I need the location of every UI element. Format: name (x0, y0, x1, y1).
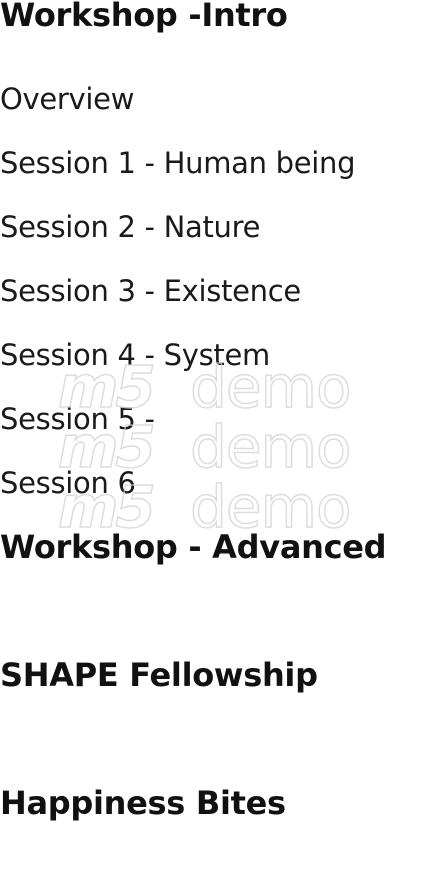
demo-watermark: m5 demo m5 demo m5 demo (57, 357, 388, 538)
menu-item-session-2[interactable]: Session 2 - Nature (0, 210, 260, 244)
menu-item-session-6[interactable]: Session 6 (0, 466, 136, 500)
section-title-workshop-advanced[interactable]: Workshop - Advanced (0, 529, 387, 565)
section-title-shape-fellowship[interactable]: SHAPE Fellowship (0, 657, 318, 693)
menu-item-overview[interactable]: Overview (0, 82, 134, 116)
menu-item-session-1[interactable]: Session 1 - Human being (0, 146, 356, 180)
menu-item-session-3[interactable]: Session 3 - Existence (0, 274, 301, 308)
section-title-happiness-bites[interactable]: Happiness Bites (0, 785, 286, 821)
menu-item-session-4[interactable]: Session 4 - System (0, 338, 270, 372)
menu-item-session-5[interactable]: Session 5 - (0, 402, 155, 436)
section-title-workshop-intro[interactable]: Workshop -Intro (0, 0, 288, 33)
watermark-text: demo (189, 413, 352, 481)
